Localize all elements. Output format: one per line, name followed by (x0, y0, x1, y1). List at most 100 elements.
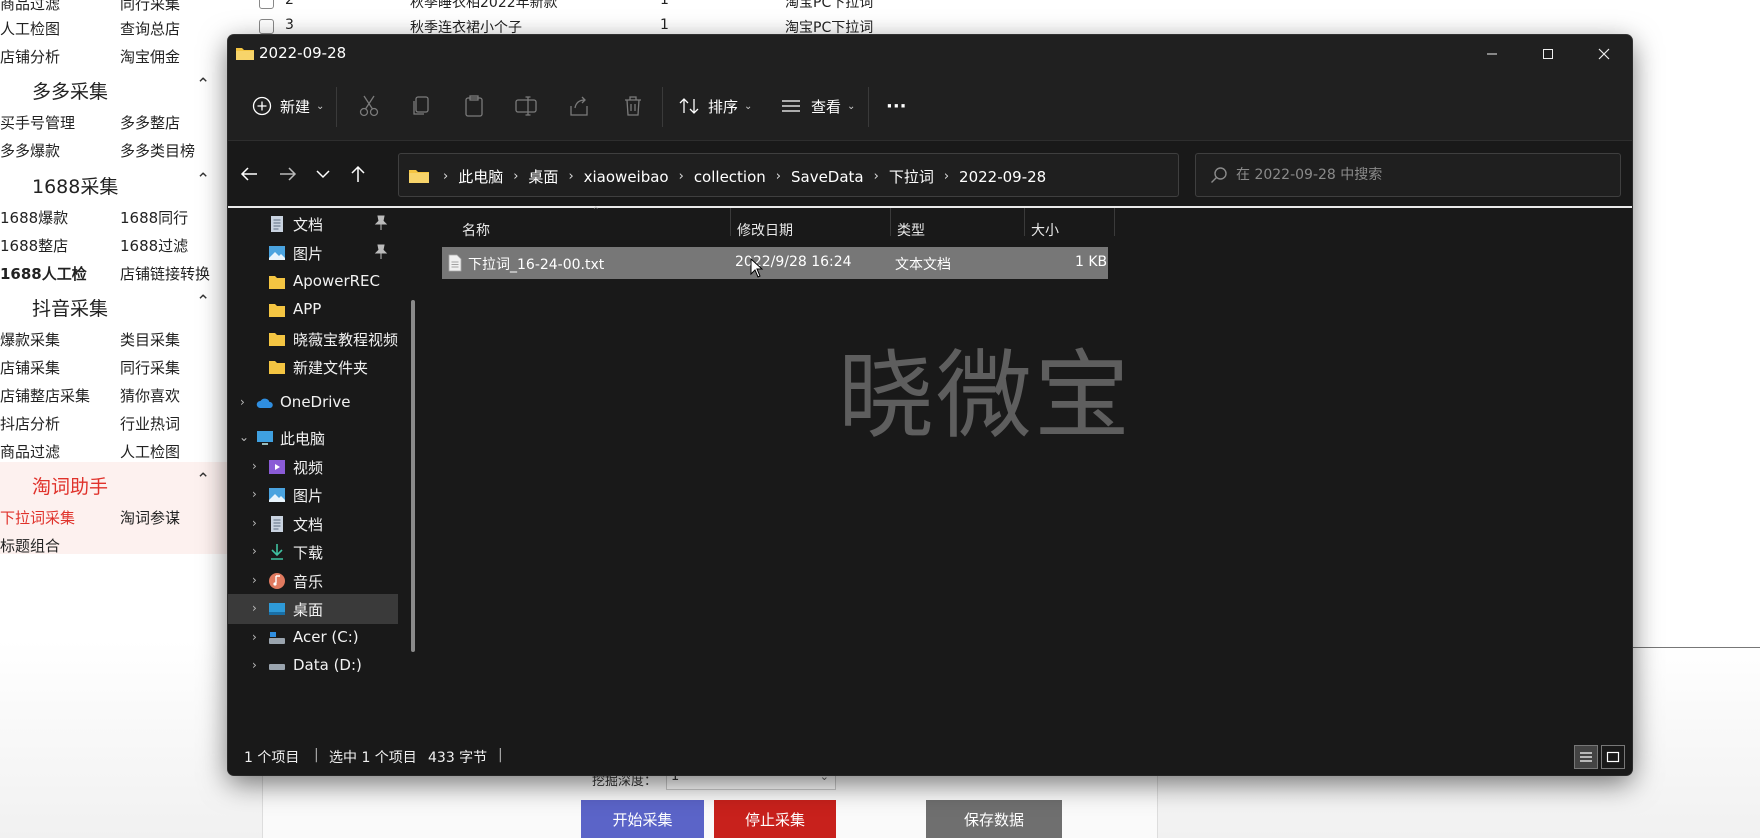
bg-sidebar-item[interactable]: 1688爆款 (0, 207, 68, 228)
column-separator[interactable] (730, 208, 731, 236)
bg-sidebar-item[interactable]: 人工检图 (0, 18, 60, 39)
section-header-douyin[interactable]: 抖音采集 ⌃ (0, 288, 228, 322)
bg-sidebar-item[interactable]: 店铺采集 (0, 357, 60, 378)
chevron-right-icon[interactable]: › (252, 630, 257, 644)
view-button[interactable]: 查看 ⌄ (781, 89, 855, 123)
breadcrumb-item[interactable]: SaveData (791, 168, 864, 186)
bg-sidebar-item[interactable]: 商品过滤 (0, 0, 60, 14)
nav-item-onedrive[interactable]: › OneDrive (228, 388, 398, 418)
chevron-right-icon[interactable]: › (252, 658, 257, 672)
nav-item-folder[interactable]: APP (228, 295, 398, 325)
save-data-button[interactable]: 保存数据 (926, 800, 1062, 838)
nav-pane-scrollbar[interactable] (411, 300, 415, 652)
chevron-right-icon[interactable]: › (252, 573, 257, 587)
chevron-right-icon[interactable]: › (252, 544, 257, 558)
bg-sidebar-item[interactable]: 同行采集 (120, 357, 180, 378)
nav-item-documents-pinned[interactable]: 文档 (228, 209, 398, 239)
nav-item-videos[interactable]: › 视频 (228, 452, 398, 482)
nav-item-pictures-pinned[interactable]: 图片 (228, 238, 398, 268)
new-button[interactable]: 新建 ⌄ (252, 89, 324, 123)
column-header-size[interactable]: 大小 (1031, 220, 1059, 240)
bg-sidebar-item[interactable]: 店铺链接转换 (120, 263, 210, 284)
file-row[interactable]: 下拉词_16-24-00.txt 2022/9/28 16:24 文本文档 1 … (442, 247, 1108, 279)
nav-item-documents[interactable]: › 文档 (228, 509, 398, 539)
sort-button[interactable]: 排序 ⌄ (678, 89, 752, 123)
nav-item-drive-d[interactable]: › Data (D:) (228, 651, 398, 681)
breadcrumb-item[interactable]: 桌面 (528, 166, 558, 187)
nav-item-folder[interactable]: 晓薇宝教程视频 (228, 324, 398, 354)
up-button[interactable] (341, 157, 375, 191)
chevron-right-icon[interactable]: › (252, 487, 257, 501)
back-button[interactable] (232, 157, 266, 191)
address-box[interactable]: › 此电脑 › 桌面 › xiaoweibao › collection › S… (398, 153, 1347, 197)
minimize-button[interactable] (1464, 35, 1520, 73)
column-separator[interactable] (890, 208, 891, 236)
recent-locations-button[interactable] (306, 157, 340, 191)
stop-collect-button[interactable]: 停止采集 (714, 800, 836, 838)
column-header-modified[interactable]: 修改日期 (737, 220, 793, 240)
chevron-right-icon[interactable]: › (252, 459, 257, 473)
nav-item-desktop[interactable]: › 桌面 (228, 594, 398, 624)
bg-sidebar-item[interactable]: 多多类目榜 (120, 140, 195, 161)
bg-sidebar-item[interactable]: 类目采集 (120, 329, 180, 350)
nav-item-this-pc[interactable]: ⌄ 此电脑 (228, 423, 398, 453)
bg-sidebar-item-active[interactable]: 下拉词采集 (0, 507, 75, 528)
table-row[interactable]: 2 秋季睡衣相2022年新款 1 淘宝PC下拉词 (255, 0, 1255, 14)
share-icon[interactable] (566, 93, 592, 119)
bg-sidebar-item[interactable]: 1688人工检 (0, 263, 87, 284)
pin-icon[interactable] (374, 215, 388, 231)
bg-sidebar-item[interactable]: 人工检图 (120, 441, 180, 462)
nav-item-downloads[interactable]: › 下载 (228, 537, 398, 567)
section-header-taoci[interactable]: 淘词助手 ⌃ (0, 466, 228, 500)
rename-icon[interactable] (513, 93, 539, 119)
chevron-right-icon[interactable]: › (252, 601, 257, 615)
breadcrumb-item[interactable]: 2022-09-28 (959, 168, 1046, 186)
pin-icon[interactable] (374, 244, 388, 260)
cut-icon[interactable] (356, 93, 382, 119)
title-bar[interactable]: 2022-09-28 (228, 35, 1632, 73)
bg-sidebar-item[interactable]: 淘词参谋 (120, 507, 180, 528)
more-options-button[interactable]: ··· (886, 89, 907, 123)
column-separator[interactable] (1114, 208, 1115, 236)
start-collect-button[interactable]: 开始采集 (581, 800, 704, 838)
tiles-view-button[interactable] (1601, 745, 1625, 769)
column-header-name[interactable]: 名称 (462, 220, 490, 240)
bg-sidebar-item[interactable]: 1688过滤 (120, 235, 188, 256)
bg-sidebar-item[interactable]: 1688整店 (0, 235, 68, 256)
bg-sidebar-item[interactable]: 爆款采集 (0, 329, 60, 350)
breadcrumb-item[interactable]: 下拉词 (889, 166, 934, 187)
bg-sidebar-item[interactable]: 买手号管理 (0, 112, 75, 133)
breadcrumb-item[interactable]: 此电脑 (458, 166, 503, 187)
chevron-right-icon[interactable]: › (252, 516, 257, 530)
bg-sidebar-item[interactable]: 店铺整店采集 (0, 385, 90, 406)
bg-sidebar-item[interactable]: 猜你喜欢 (120, 385, 180, 406)
section-header-1688[interactable]: 1688采集 ⌃ (0, 166, 228, 200)
paste-icon[interactable] (461, 93, 487, 119)
row-checkbox[interactable] (259, 0, 274, 9)
nav-item-drive-c[interactable]: › Acer (C:) (228, 623, 398, 653)
chevron-down-icon[interactable]: ⌄ (239, 430, 249, 444)
chevron-right-icon[interactable]: › (240, 395, 245, 409)
bg-sidebar-item[interactable]: 同行采集 (120, 0, 180, 14)
bg-sidebar-item[interactable]: 多多爆款 (0, 140, 60, 161)
nav-item-folder[interactable]: 新建文件夹 (228, 352, 398, 382)
bg-sidebar-item[interactable]: 抖店分析 (0, 413, 60, 434)
column-separator[interactable] (1024, 208, 1025, 236)
bg-sidebar-item[interactable]: 行业热词 (120, 413, 180, 434)
maximize-button[interactable] (1520, 35, 1576, 73)
breadcrumb-item[interactable]: xiaoweibao (584, 168, 669, 186)
bg-sidebar-item[interactable]: 查询总店 (120, 18, 180, 39)
bg-sidebar-item[interactable]: 商品过滤 (0, 441, 60, 462)
nav-item-folder[interactable]: ApowerREC (228, 267, 398, 297)
forward-button[interactable] (271, 157, 305, 191)
nav-item-pictures[interactable]: › 图片 (228, 480, 398, 510)
section-header-duoduo[interactable]: 多多采集 ⌃ (0, 71, 228, 105)
details-view-button[interactable] (1574, 745, 1598, 769)
column-header-type[interactable]: 类型 (897, 220, 925, 240)
bg-sidebar-item[interactable]: 标题组合 (0, 535, 60, 556)
bg-sidebar-item[interactable]: 店铺分析 (0, 46, 60, 67)
breadcrumb-item[interactable]: collection (694, 168, 766, 186)
copy-icon[interactable] (408, 93, 434, 119)
delete-icon[interactable] (620, 93, 646, 119)
close-button[interactable] (1576, 35, 1632, 73)
